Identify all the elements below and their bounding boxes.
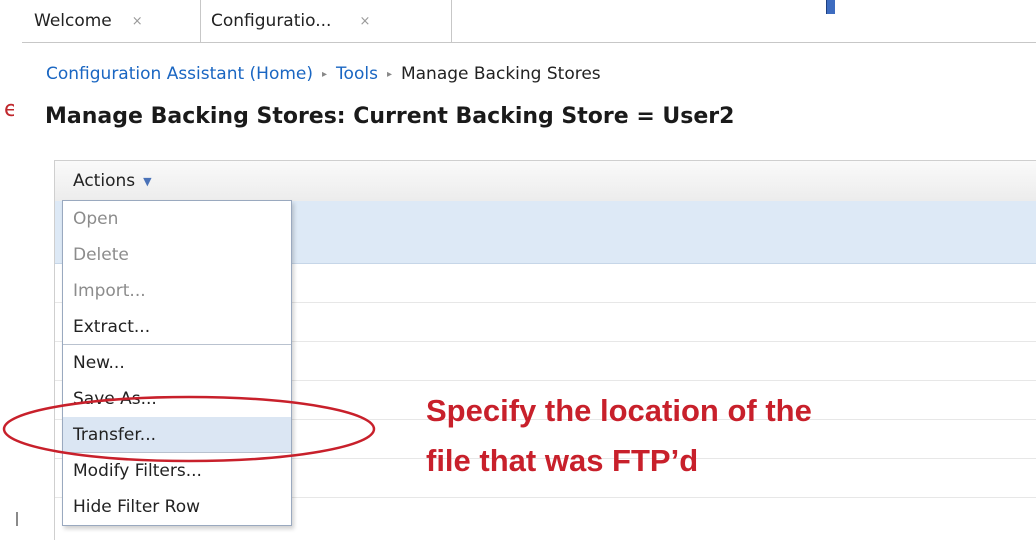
annotation-line-1: Specify the location of the: [426, 393, 812, 428]
breadcrumb: Configuration Assistant (Home) ▸ Tools ▸ Man…: [46, 64, 601, 84]
tab-welcome-label: Welcome: [34, 11, 112, 31]
tab-configuration[interactable]: Configuratio... ×: [200, 0, 452, 42]
breadcrumb-home-link[interactable]: Configuration Assistant (Home): [46, 64, 313, 84]
tab-configuration-close-icon[interactable]: ×: [359, 14, 370, 29]
menu-item-import[interactable]: Import...: [63, 273, 291, 309]
menu-item-open[interactable]: Open: [63, 201, 291, 237]
actions-label: Actions: [73, 171, 136, 191]
tab-bar: Welcome × Configuratio... ×: [22, 0, 1036, 43]
menu-item-new[interactable]: New...: [63, 345, 291, 381]
chevron-down-icon: ▼: [143, 174, 152, 188]
highlight-oval: [2, 395, 376, 463]
tab-welcome-close-icon[interactable]: ×: [132, 14, 143, 29]
tab-configuration-label: Configuratio...: [211, 11, 332, 31]
actions-menu: Open Delete Import... Extract... New... …: [62, 200, 292, 526]
breadcrumb-separator-icon: ▸: [386, 69, 392, 80]
breadcrumb-tools-link[interactable]: Tools: [336, 64, 378, 84]
annotation-line-2: file that was FTP’d: [426, 443, 699, 478]
menu-item-delete[interactable]: Delete: [63, 237, 291, 273]
slide-edge-mark: e: [4, 100, 14, 120]
annotation-callout: Specify the location of the file that wa…: [426, 386, 812, 486]
page-title: Manage Backing Stores: Current Backing S…: [45, 104, 735, 129]
breadcrumb-separator-icon: ▸: [322, 69, 328, 80]
table-toolbar: Actions ▼: [55, 160, 1036, 202]
tab-welcome[interactable]: Welcome ×: [34, 0, 210, 42]
edge-tick: [16, 512, 18, 526]
actions-button[interactable]: Actions ▼: [73, 171, 152, 191]
breadcrumb-current: Manage Backing Stores: [400, 64, 601, 84]
menu-item-hide-filter-row[interactable]: Hide Filter Row: [63, 489, 291, 525]
menu-item-extract[interactable]: Extract...: [63, 309, 291, 345]
